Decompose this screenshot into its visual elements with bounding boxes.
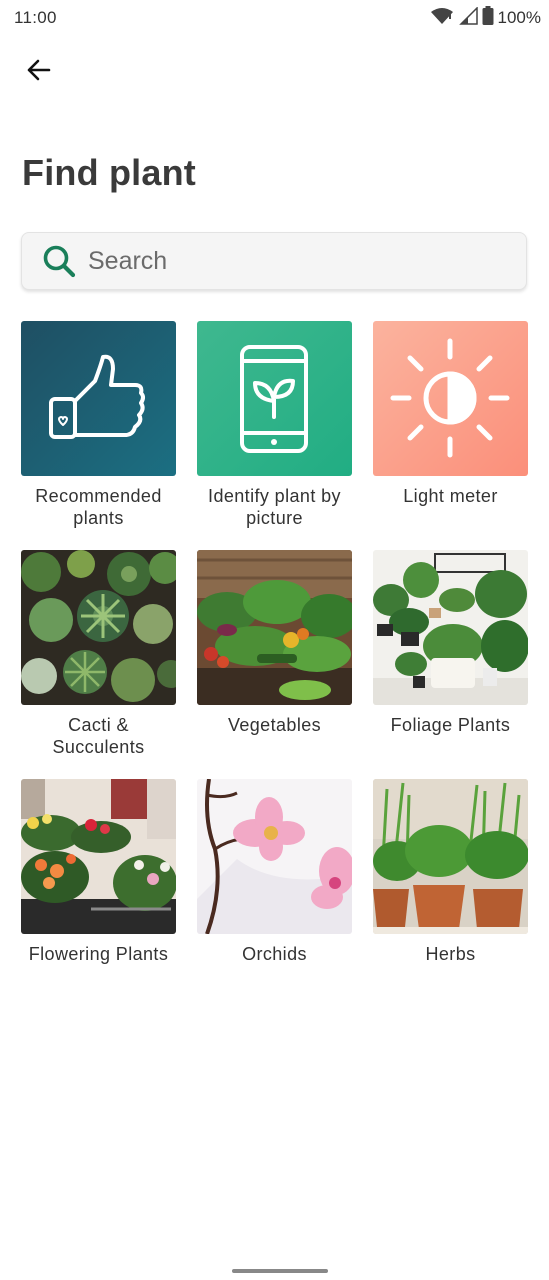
category-flowering-plants[interactable]: Flowering Plants: [21, 779, 176, 965]
status-icons: 100%: [430, 5, 541, 30]
recommended-tile-image: [21, 321, 176, 476]
category-identify-plant[interactable]: Identify plant by picture: [197, 321, 352, 529]
home-indicator[interactable]: [232, 1269, 328, 1273]
foliage-photo: [373, 550, 528, 705]
signal-icon: [458, 5, 478, 30]
category-label: Identify plant by picture: [208, 486, 341, 528]
vegetables-photo: [197, 550, 352, 705]
light-meter-tile-image: [373, 321, 528, 476]
herbs-photo: [373, 779, 528, 934]
category-vegetables[interactable]: Vegetables: [197, 550, 352, 736]
page-title: Find plant: [22, 152, 196, 193]
search-bar[interactable]: [21, 232, 527, 290]
category-label: Foliage Plants: [390, 715, 511, 735]
battery-level: 100%: [497, 8, 541, 27]
category-recommended-plants[interactable]: Recommended plants: [21, 321, 176, 529]
category-orchids[interactable]: Orchids: [197, 779, 352, 965]
battery-icon: [482, 6, 494, 30]
arrow-left-icon: [27, 59, 51, 81]
category-foliage-plants[interactable]: Foliage Plants: [373, 550, 528, 736]
status-time: 11:00: [14, 8, 57, 27]
search-input[interactable]: [88, 241, 526, 281]
category-label: Recommended plants: [35, 486, 162, 528]
category-label: Flowering Plants: [28, 944, 169, 964]
search-icon: [42, 244, 76, 278]
identify-tile-image: [197, 321, 352, 476]
category-label: Orchids: [242, 944, 307, 964]
wifi-icon: [430, 7, 454, 30]
orchids-photo: [197, 779, 352, 934]
category-herbs[interactable]: Herbs: [373, 779, 528, 965]
category-label: Cacti & Succulents: [52, 715, 145, 757]
sun-icon: [390, 338, 510, 458]
category-label: Vegetables: [227, 715, 322, 735]
category-cacti-succulents[interactable]: Cacti & Succulents: [21, 550, 176, 758]
flowering-photo: [21, 779, 176, 934]
status-bar: 11:00 100%: [0, 0, 549, 36]
back-button[interactable]: [18, 50, 58, 90]
cacti-photo: [21, 550, 176, 705]
category-label: Light meter: [403, 486, 498, 506]
category-label: Herbs: [425, 944, 476, 964]
category-light-meter[interactable]: Light meter: [373, 321, 528, 507]
